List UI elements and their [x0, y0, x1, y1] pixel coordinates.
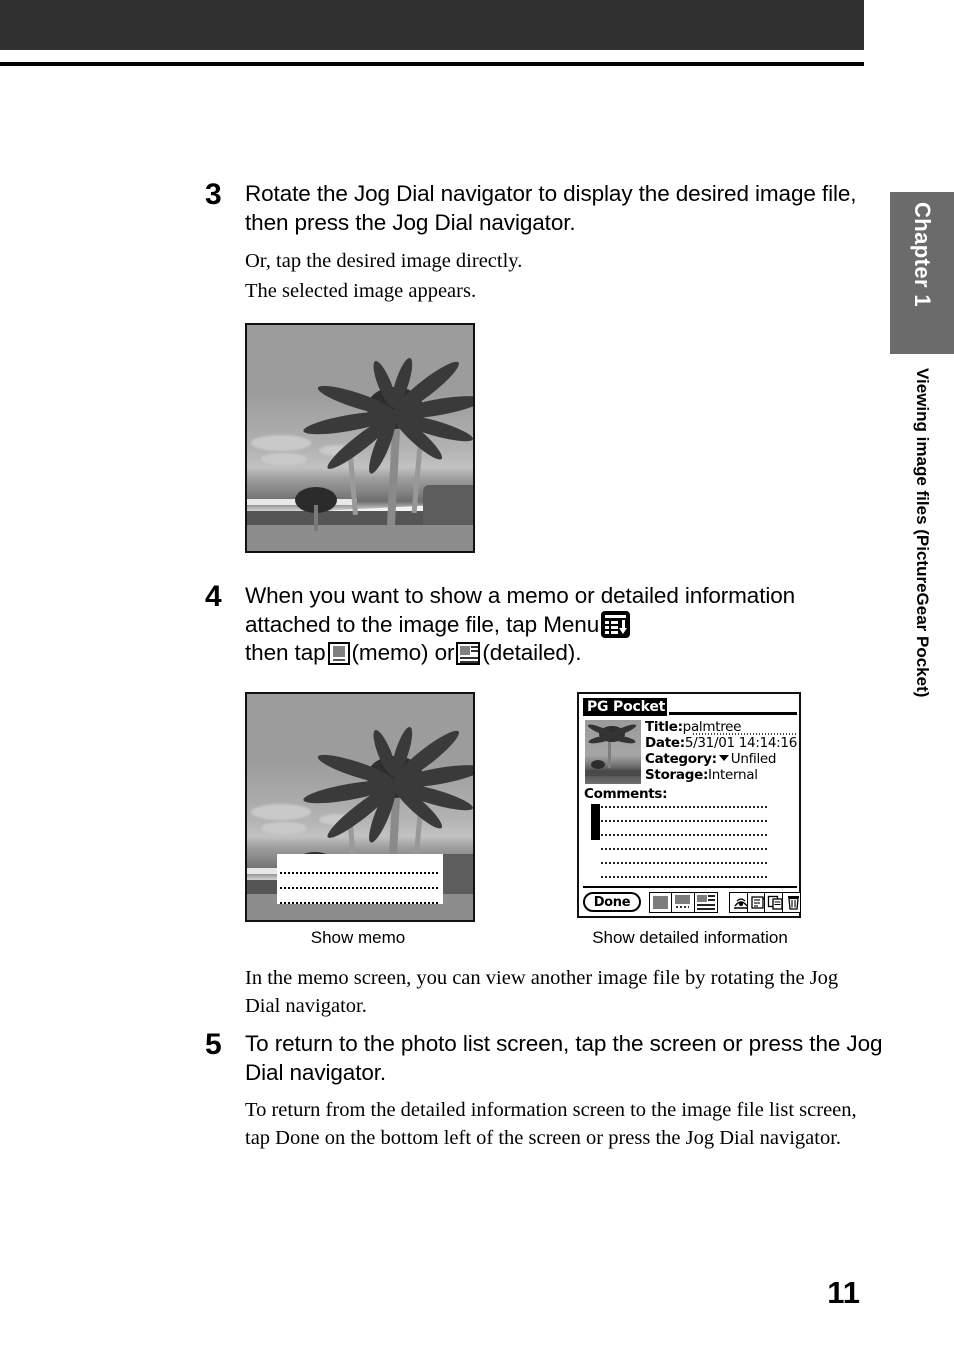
full-image-icon[interactable]: [650, 893, 673, 912]
memo-dotted-line: [280, 887, 440, 889]
pda-field-date-label: Date:: [645, 735, 685, 751]
step-4-number: 4: [205, 580, 222, 613]
memo-view-icon[interactable]: [672, 893, 695, 912]
pda-field-storage: Storage:Internal: [645, 767, 799, 783]
pda-divider: [583, 886, 797, 888]
note-after-step-4: In the memo screen, you can view another…: [245, 967, 839, 1018]
memo-overlay-panel[interactable]: [277, 854, 443, 904]
pg-pocket-detail-screen: PG Pocket Title:palmtree Date:5/31/01 14…: [577, 692, 801, 918]
step-5-line-1: To return from the detailed information …: [245, 1099, 857, 1150]
pda-title-rule: [669, 712, 797, 715]
done-button[interactable]: Done: [583, 892, 641, 912]
page-header-rule: [0, 62, 864, 66]
step-4-heading-text-4: (detailed).: [482, 640, 582, 666]
pda-field-category-label: Category:: [645, 751, 717, 767]
menu-icon: [601, 610, 631, 638]
page-header-band: [0, 0, 864, 50]
pda-comment-line: [601, 862, 767, 864]
pda-view-mode-group: [649, 892, 718, 913]
step-5-heading: To return to the photo list screen, tap …: [245, 1031, 883, 1085]
pda-app-title: PG Pocket: [583, 698, 667, 716]
pda-field-title-label: Title:: [645, 719, 683, 735]
pda-field-list: Title:palmtree Date:5/31/01 14:14:16 Cat…: [645, 719, 799, 783]
pda-image-thumbnail[interactable]: [585, 720, 641, 784]
export-icon[interactable]: [747, 893, 767, 912]
pda-comment-line: [601, 820, 767, 822]
cloud-shape: [251, 435, 311, 451]
step-4-heading-text-1: When you want to show a memo or detailed…: [245, 583, 796, 637]
step-5-number: 5: [205, 1028, 222, 1061]
pda-title-bar: PG Pocket: [583, 698, 797, 716]
foreground-ground: [247, 525, 473, 551]
pda-comments-label: Comments:: [584, 786, 668, 802]
memo-icon: [327, 642, 350, 666]
pda-field-date-value: 5/31/01 14:14:16: [684, 735, 797, 751]
copy-icon[interactable]: [765, 893, 783, 912]
cloud-shape: [261, 822, 307, 834]
beam-icon[interactable]: [730, 893, 748, 912]
chapter-tab: Chapter 1: [890, 192, 954, 354]
pda-text-cursor: [591, 804, 600, 840]
thumb-small-palm: [591, 760, 605, 769]
chevron-down-icon[interactable]: [718, 755, 729, 761]
pda-toolbar: Done: [583, 892, 801, 914]
step-4-heading: When you want to show a memo or detailed…: [245, 582, 870, 668]
pda-field-date: Date:5/31/01 14:14:16: [645, 735, 799, 751]
cloud-shape: [251, 804, 311, 820]
small-palm-trunk: [314, 505, 318, 531]
caption-show-memo: Show memo: [310, 928, 406, 947]
memo-dotted-line: [280, 872, 440, 874]
pda-field-storage-value: Internal: [708, 767, 758, 783]
trash-glyph: [787, 896, 799, 910]
pda-field-category[interactable]: Category: Unfiled: [645, 751, 799, 767]
thumb-shoreline: [585, 770, 641, 776]
pda-action-group: [729, 892, 801, 913]
pda-comment-line: [601, 806, 767, 808]
step-4-heading-text-3: (memo) or: [351, 640, 455, 666]
pda-comment-line: [601, 848, 767, 850]
caption-show-detailed-information: Show detailed information: [592, 928, 788, 947]
pda-field-category-value: Unfiled: [730, 751, 777, 767]
step-4-heading-text-2: then tap: [245, 640, 326, 666]
step-3-number: 3: [205, 178, 222, 211]
photo-palmtree-with-memo: [245, 692, 475, 922]
step-3-heading: Rotate the Jog Dial navigator to display…: [245, 181, 857, 235]
chapter-tab-label: Chapter 1: [910, 202, 935, 308]
rock-mass: [423, 485, 473, 527]
pda-comment-line: [601, 834, 767, 836]
cloud-shape: [261, 453, 307, 465]
pda-comment-line: [601, 876, 767, 878]
pda-field-storage-label: Storage:: [645, 767, 709, 783]
section-title: Viewing image files (PictureGear Pocket): [913, 368, 932, 698]
trash-icon[interactable]: [782, 893, 800, 912]
detailed-info-icon: [456, 642, 481, 666]
section-title-container: Viewing image files (PictureGear Pocket): [890, 362, 954, 962]
memo-dotted-line: [280, 902, 440, 904]
step-4: 4 When you want to show a memo or detail…: [205, 582, 870, 668]
pda-field-title[interactable]: Title:palmtree: [645, 719, 799, 735]
step-3-line-1: Or, tap the desired image directly.: [245, 250, 523, 273]
step-5: 5 To return to the photo list screen, ta…: [205, 1030, 885, 1153]
step-3: 3 Rotate the Jog Dial navigator to displ…: [205, 180, 870, 306]
step-3-line-2: The selected image appears.: [245, 280, 477, 303]
detailed-view-icon[interactable]: [694, 893, 717, 912]
photo-palmtree-fullscreen: [245, 323, 475, 553]
page-number: 11: [827, 1275, 860, 1310]
